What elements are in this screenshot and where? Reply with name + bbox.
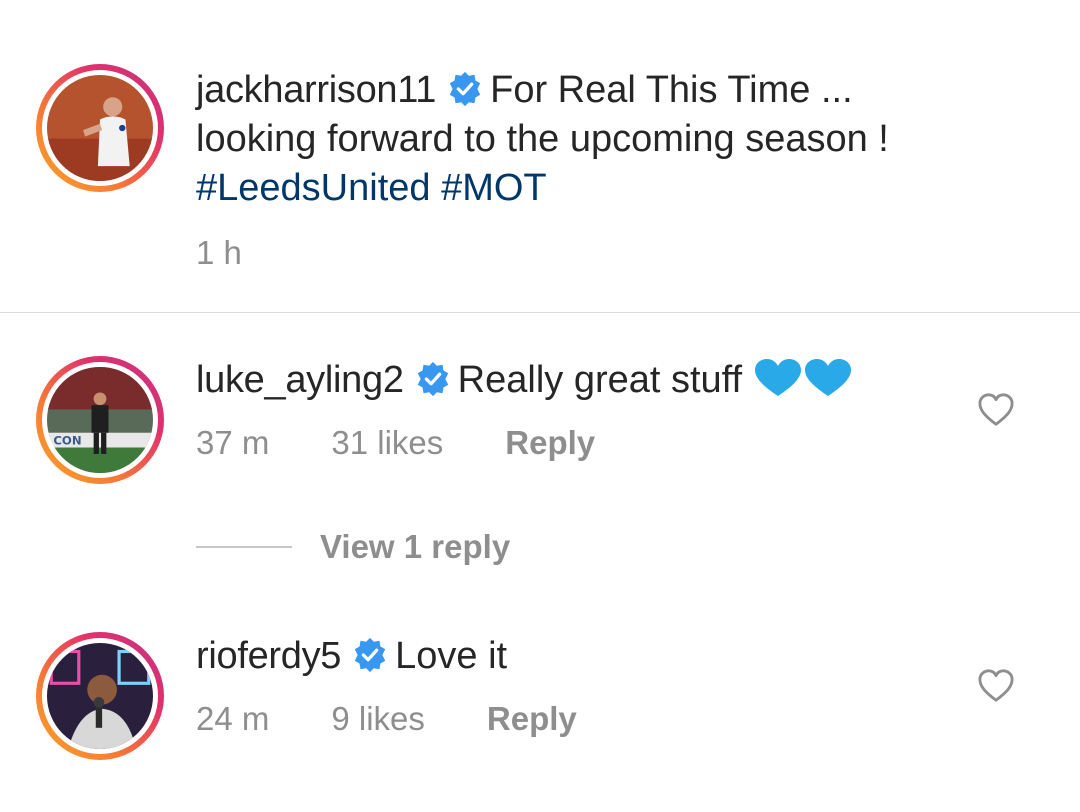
- divider: [0, 312, 1080, 313]
- comment-avatar-luke[interactable]: CON: [36, 356, 164, 484]
- comment-text-luke: luke_ayling2 Really great stuff: [196, 356, 956, 406]
- comment-avatar-rio[interactable]: [36, 632, 164, 760]
- caption-meta: 1 h: [196, 234, 242, 272]
- verified-badge-icon: [351, 636, 389, 674]
- view-replies-label[interactable]: View 1 reply: [320, 528, 510, 566]
- caption-line1: For Real This Time ...: [490, 69, 853, 111]
- verified-badge-icon: [446, 70, 484, 108]
- comment-meta-luke: 37 m 31 likes Reply: [196, 424, 595, 462]
- comment-text-rio: rioferdy5 Love it: [196, 632, 956, 681]
- comments-screen: jackharrison11 For Real This Time ... loo…: [0, 0, 1080, 812]
- comment-likes[interactable]: 31 likes: [331, 424, 443, 462]
- caption-username[interactable]: jackharrison11: [196, 69, 436, 111]
- caption-text: jackharrison11 For Real This Time ... loo…: [196, 66, 1056, 213]
- comment-body-rio: Love it: [395, 635, 508, 677]
- like-heart-icon[interactable]: [977, 668, 1015, 704]
- verified-badge-icon: [414, 360, 452, 398]
- comment-time: 24 m: [196, 700, 270, 737]
- view-replies-button[interactable]: View 1 reply: [196, 528, 510, 566]
- comment-body-luke: Really great stuff: [457, 359, 743, 401]
- comment-likes[interactable]: 9 likes: [331, 700, 425, 738]
- comment-username-rio[interactable]: rioferdy5: [196, 635, 341, 677]
- reply-button[interactable]: Reply: [487, 700, 577, 738]
- caption-avatar[interactable]: [36, 64, 164, 192]
- blue-heart-emoji-icon: [753, 358, 803, 398]
- blue-heart-emoji-icon: [803, 358, 853, 398]
- caption-time: 1 h: [196, 234, 242, 271]
- view-replies-line: [196, 546, 292, 548]
- comment-meta-rio: 24 m 9 likes Reply: [196, 700, 577, 738]
- like-heart-icon[interactable]: [977, 392, 1015, 428]
- svg-text:CON: CON: [53, 433, 81, 447]
- caption-line2: looking forward to the upcoming season !: [196, 118, 889, 160]
- hashtag-leedsunited[interactable]: #LeedsUnited: [196, 167, 431, 209]
- comment-username-luke[interactable]: luke_ayling2: [196, 359, 404, 401]
- comment-time: 37 m: [196, 424, 270, 461]
- hashtag-mot[interactable]: #MOT: [441, 167, 547, 209]
- reply-button[interactable]: Reply: [505, 424, 595, 462]
